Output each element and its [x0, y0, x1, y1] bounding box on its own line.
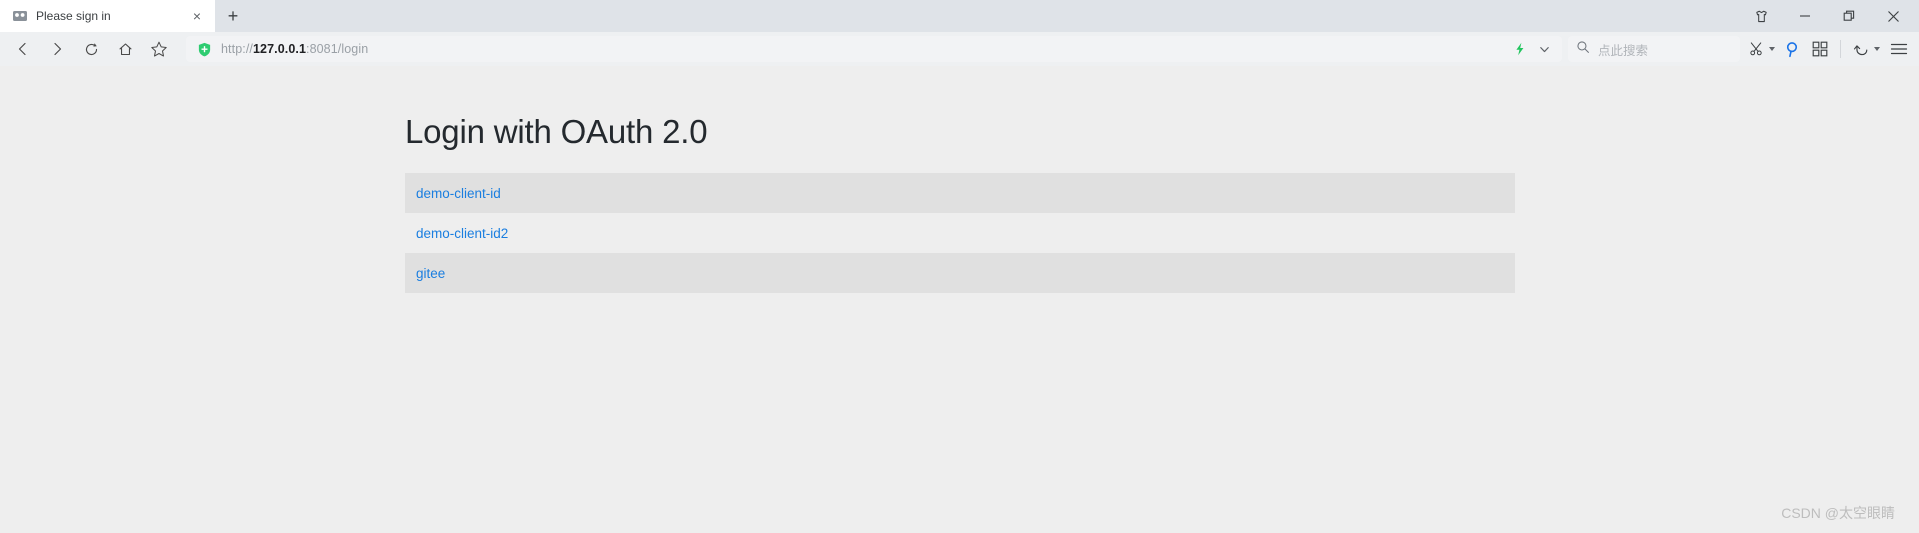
default-page-icon: [12, 8, 28, 24]
star-icon[interactable]: [142, 34, 176, 64]
address-bar-actions: [1508, 37, 1556, 61]
home-icon[interactable]: [108, 34, 142, 64]
list-item[interactable]: demo-client-id: [405, 173, 1515, 214]
watermark: CSDN @太空眼睛: [1781, 505, 1895, 521]
address-bar-url: http://127.0.0.1:8081/login: [221, 42, 1508, 56]
oauth-client-link[interactable]: demo-client-id: [416, 186, 501, 201]
chevron-down-icon[interactable]: [1532, 37, 1556, 61]
minimize-button[interactable]: [1783, 0, 1827, 32]
toolbar-divider: [1840, 40, 1841, 58]
undo-icon[interactable]: [1848, 34, 1885, 64]
tab-title: Please sign in: [36, 9, 111, 23]
address-bar[interactable]: http://127.0.0.1:8081/login: [186, 36, 1562, 62]
list-item[interactable]: gitee: [405, 253, 1515, 294]
back-icon[interactable]: [6, 34, 40, 64]
browser-toolbar: http://127.0.0.1:8081/login 点此搜索: [0, 32, 1919, 66]
tab-strip-empty-area: [251, 0, 1739, 32]
browser-tab[interactable]: Please sign in ×: [0, 0, 215, 32]
url-path: :8081/login: [306, 42, 369, 56]
lightning-bolt-icon[interactable]: [1508, 37, 1532, 61]
scissors-icon[interactable]: [1744, 34, 1780, 64]
list-item[interactable]: demo-client-id2: [405, 213, 1515, 254]
oauth-client-list: demo-client-id demo-client-id2 gitee: [405, 173, 1515, 294]
oauth-client-link[interactable]: gitee: [416, 266, 445, 281]
green-shield-icon[interactable]: [196, 41, 212, 57]
browser-window: Please sign in × + http://127.0.0.1:8081…: [0, 0, 1919, 533]
url-host: 127.0.0.1: [252, 42, 306, 56]
close-button[interactable]: [1871, 0, 1915, 32]
magnifier-icon[interactable]: [1780, 34, 1807, 64]
reload-icon[interactable]: [74, 34, 108, 64]
skin-icon[interactable]: [1739, 0, 1783, 32]
tab-close-icon[interactable]: ×: [187, 6, 207, 26]
oauth-client-link[interactable]: demo-client-id2: [416, 226, 508, 241]
hamburger-menu-icon[interactable]: [1885, 34, 1913, 64]
search-icon: [1576, 40, 1590, 59]
search-input-placeholder[interactable]: 点此搜索: [1598, 40, 1648, 59]
page-viewport: Login with OAuth 2.0 demo-client-id demo…: [0, 66, 1919, 533]
url-scheme: http://: [221, 42, 253, 56]
window-controls: [1739, 0, 1919, 32]
chevron-down-icon[interactable]: [1769, 47, 1775, 51]
tab-strip: Please sign in × +: [0, 0, 1919, 32]
new-tab-button[interactable]: +: [215, 0, 251, 32]
grid-icon[interactable]: [1807, 34, 1833, 64]
chevron-down-icon[interactable]: [1874, 47, 1880, 51]
restore-button[interactable]: [1827, 0, 1871, 32]
forward-icon[interactable]: [40, 34, 74, 64]
search-box[interactable]: 点此搜索: [1568, 36, 1740, 62]
login-page: Login with OAuth 2.0 demo-client-id demo…: [0, 66, 1919, 294]
page-title: Login with OAuth 2.0: [405, 113, 708, 150]
